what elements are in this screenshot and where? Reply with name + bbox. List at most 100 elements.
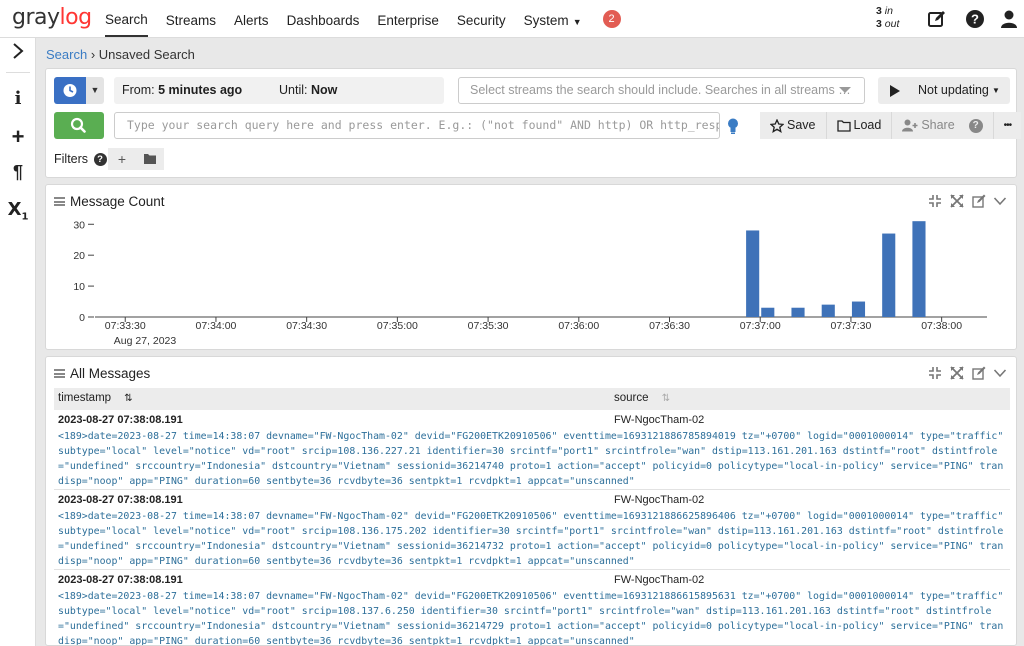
help-icon: ? — [968, 118, 983, 133]
chevron-down-icon[interactable] — [993, 366, 1007, 380]
help-icon[interactable]: ? — [93, 153, 107, 166]
throughput-in-count: 3 — [876, 5, 882, 17]
nav-enterprise[interactable]: Enterprise — [377, 3, 439, 36]
until-label: Until: — [279, 83, 308, 97]
x-tick-label: 07:33:30 — [105, 320, 146, 332]
main-nav: Search Streams Alerts Dashboards Enterpr… — [96, 0, 621, 38]
nav-search[interactable]: Search — [105, 2, 148, 37]
caret-down-icon: ▼ — [992, 86, 1000, 95]
nav-alerts[interactable]: Alerts — [234, 3, 269, 36]
load-label: Load — [853, 118, 882, 132]
from-value: 5 minutes ago — [158, 83, 243, 97]
search-icon — [70, 117, 86, 133]
message-count-widget: Message Count 0 10 20 30 07:33:30 07:34:00 07… — [45, 184, 1017, 350]
breadcrumb-search-link[interactable]: Search — [46, 47, 87, 62]
x-date-label: Aug 27, 2023 — [114, 335, 177, 347]
streams-placeholder: Select streams the search should include… — [470, 83, 851, 97]
table-row[interactable]: 2023-08-27 07:38:08.191 FW-NgocTham-02 <… — [54, 570, 1010, 646]
sort-icon[interactable]: ⇅ — [662, 393, 670, 404]
save-label: Save — [787, 118, 816, 132]
message-count-chart[interactable]: 0 10 20 30 07:33:30 07:34:00 07:34:30 07:35:00… — [46, 185, 1018, 351]
throughput-out-label: out — [884, 18, 900, 30]
time-range-dropdown[interactable]: ▼ — [86, 77, 104, 104]
search-query-input[interactable]: Type your search query here and press en… — [114, 112, 720, 139]
edit-icon[interactable] — [927, 9, 947, 29]
breadcrumb-current: Unsaved Search — [98, 47, 195, 62]
plus-icon[interactable]: + — [0, 124, 36, 150]
sort-desc-icon[interactable]: ⇅ — [124, 393, 132, 404]
table-row[interactable]: 2023-08-27 07:38:08.191 FW-NgocTham-02 <… — [54, 410, 1010, 490]
folder-icon — [144, 154, 156, 164]
chart-bar[interactable] — [851, 301, 866, 317]
nav-streams[interactable]: Streams — [166, 3, 216, 36]
chart-bar[interactable] — [821, 304, 835, 317]
x-tick-label: 07:35:30 — [468, 320, 509, 332]
caret-down-icon: ▼ — [572, 16, 582, 27]
throughput-indicator[interactable]: 3 in 3 out — [876, 5, 899, 31]
lightbulb-icon[interactable] — [726, 117, 740, 135]
breadcrumb-separator: › — [90, 47, 96, 62]
graylog-logo[interactable]: graylog — [12, 5, 92, 30]
message-body: <189>date=2023-08-27 time=14:38:07 devna… — [58, 511, 1004, 567]
compress-icon[interactable] — [928, 366, 942, 380]
throughput-out-count: 3 — [876, 18, 882, 30]
table-row[interactable]: 2023-08-27 07:38:08.191 FW-NgocTham-02 <… — [54, 490, 1010, 570]
more-actions-button[interactable]: ••• — [993, 112, 1022, 139]
message-timestamp: 2023-08-27 07:38:08.191 — [58, 494, 183, 506]
share-button[interactable]: Share ? — [892, 112, 994, 139]
chart-bar[interactable] — [761, 307, 775, 317]
all-messages-widget: All Messages timestamp ⇅ source ⇅ 2023-0… — [45, 356, 1017, 646]
nav-system[interactable]: System ▼ — [524, 3, 582, 36]
subscript-icon[interactable]: X1 — [0, 199, 36, 223]
message-timestamp: 2023-08-27 07:38:08.191 — [58, 414, 183, 426]
nav-security[interactable]: Security — [457, 3, 506, 36]
expand-icon[interactable] — [0, 43, 36, 64]
x-tick-label: 07:34:30 — [286, 320, 327, 332]
widget-title: All Messages — [70, 366, 151, 381]
notification-badge[interactable]: 2 — [602, 10, 621, 28]
x-tick-label: 07:38:00 — [921, 320, 962, 332]
user-icon[interactable] — [999, 9, 1019, 29]
x-tick-label: 07:37:00 — [740, 320, 781, 332]
time-range-display[interactable]: From: 5 minutes ago Until: Now — [114, 77, 444, 104]
load-button[interactable]: Load — [826, 112, 893, 139]
expand-icon[interactable] — [950, 366, 964, 380]
nav-system-label: System — [523, 12, 569, 28]
help-icon[interactable]: ? — [965, 9, 985, 29]
chart-bar[interactable] — [746, 230, 760, 317]
chart-bar[interactable] — [882, 233, 896, 317]
until-value: Now — [310, 83, 338, 97]
time-range-button[interactable] — [54, 77, 86, 104]
chevron-down-icon — [838, 78, 852, 103]
filters-section: Filters ? — [54, 152, 107, 166]
refresh-toggle[interactable]: Not updating ▼ — [878, 77, 1010, 104]
message-source: FW-NgocTham-02 — [614, 494, 705, 506]
y-tick-label: 20 — [73, 250, 85, 262]
message-source: FW-NgocTham-02 — [614, 574, 705, 586]
paragraph-icon[interactable]: ¶ — [0, 162, 36, 183]
play-icon — [890, 85, 900, 97]
x-tick-label: 07:35:00 — [377, 320, 418, 332]
message-source: FW-NgocTham-02 — [614, 414, 705, 426]
message-body: <189>date=2023-08-27 time=14:38:07 devna… — [58, 591, 1004, 646]
column-header-source[interactable]: source ⇅ — [614, 392, 670, 404]
search-button[interactable] — [54, 112, 104, 139]
svg-text:?: ? — [971, 12, 979, 27]
table-header: timestamp ⇅ source ⇅ — [54, 388, 1010, 410]
saved-filters-button[interactable] — [136, 148, 164, 170]
edit-icon[interactable] — [972, 366, 986, 380]
folder-icon — [836, 119, 851, 132]
column-header-timestamp[interactable]: timestamp ⇅ — [58, 392, 133, 404]
user-plus-icon — [902, 119, 918, 132]
nav-dashboards[interactable]: Dashboards — [287, 3, 360, 36]
streams-select[interactable]: Select streams the search should include… — [458, 77, 865, 104]
save-button[interactable]: Save — [760, 112, 827, 139]
add-filter-button[interactable]: + — [108, 148, 136, 170]
search-bar-panel: ▼ From: 5 minutes ago Until: Now Select … — [45, 68, 1022, 178]
chart-bar[interactable] — [912, 221, 926, 317]
drag-handle-icon[interactable] — [54, 369, 65, 378]
chart-bar[interactable] — [791, 307, 805, 317]
info-icon[interactable]: i — [0, 88, 36, 109]
x-tick-label: 07:36:00 — [558, 320, 599, 332]
refresh-label: Not updating — [918, 83, 989, 97]
